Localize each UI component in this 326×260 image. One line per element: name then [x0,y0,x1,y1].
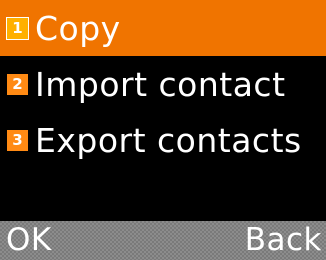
menu-item-copy[interactable]: 1 Copy [0,0,326,56]
number-badge-icon: 1 [6,16,29,40]
menu-item-import-contact[interactable]: 2 Import contact [0,56,326,112]
menu-item-label: Export contacts [35,120,302,160]
options-menu: 1 Copy 2 Import contact 3 Export contact… [0,0,326,168]
phone-screen: 1 Copy 2 Import contact 3 Export contact… [0,0,326,260]
menu-item-export-contacts[interactable]: 3 Export contacts [0,112,326,168]
menu-item-label: Import contact [35,64,286,104]
back-softkey[interactable]: Back [245,225,322,256]
number-badge-icon: 2 [6,72,29,96]
softkey-bar: OK Back [0,221,326,260]
number-badge-icon: 3 [6,128,29,152]
menu-item-label: Copy [35,8,121,48]
ok-softkey[interactable]: OK [6,225,52,256]
